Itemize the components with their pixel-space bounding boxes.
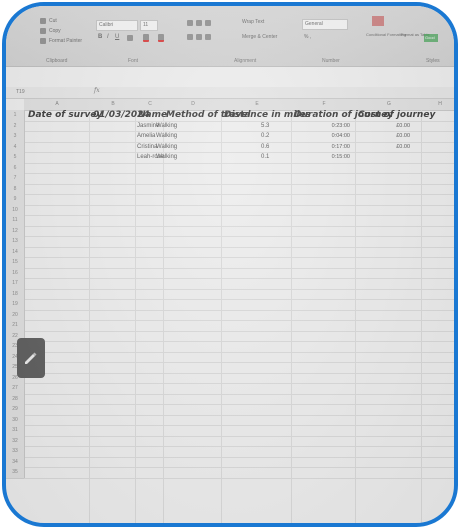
cell-method[interactable]: Walking bbox=[156, 133, 177, 139]
clipboard-group-label: Clipboard bbox=[46, 58, 68, 64]
draw-button[interactable] bbox=[17, 338, 45, 378]
fill-color-icon[interactable] bbox=[143, 34, 149, 42]
grid-row-line bbox=[24, 467, 454, 479]
worksheet-grid[interactable]: A B C D E F G H 1 2 3 4 5 6 7 8 9 10 11 12 13 14 15 16 17 18 19 20 2… bbox=[6, 99, 454, 523]
cell-duration[interactable]: 0:15:00 bbox=[322, 154, 350, 160]
align-top-icon[interactable] bbox=[187, 20, 193, 26]
merge-center-button[interactable]: Merge & Center bbox=[242, 34, 277, 40]
screen-frame: Cut Copy Format Painter Clipboard Calibr… bbox=[2, 2, 458, 527]
align-middle-icon[interactable] bbox=[196, 20, 202, 26]
cell-cost[interactable]: £0.00 bbox=[386, 123, 410, 129]
good-style-cell[interactable]: Good bbox=[424, 34, 438, 42]
number-group-label: Number bbox=[322, 58, 340, 64]
alignment-group-label: Alignment bbox=[234, 58, 257, 64]
cell-duration[interactable]: 0:23:00 bbox=[322, 123, 350, 129]
cell-a1-date-label[interactable]: Date of survey bbox=[28, 110, 102, 120]
formula-bar: T19 fx bbox=[6, 87, 454, 99]
copy-button[interactable]: Copy bbox=[49, 28, 61, 34]
cell-g1-cost-header[interactable]: Cost of journey bbox=[358, 110, 435, 120]
cell-method[interactable]: Walking bbox=[156, 154, 177, 160]
ribbon: Cut Copy Format Painter Clipboard Calibr… bbox=[6, 6, 454, 67]
cell-duration[interactable]: 0:04:00 bbox=[322, 133, 350, 139]
cell-distance[interactable]: 5.3 bbox=[261, 123, 269, 129]
font-color-icon[interactable] bbox=[158, 34, 164, 42]
number-format-buttons[interactable]: % , bbox=[304, 34, 311, 40]
font-name-value: Calibri bbox=[99, 22, 114, 28]
format-painter-icon[interactable] bbox=[40, 38, 46, 44]
cell-method[interactable]: Walking bbox=[156, 144, 177, 150]
copy-icon[interactable] bbox=[40, 28, 46, 34]
function-icon[interactable]: fx bbox=[94, 87, 100, 94]
name-box[interactable]: T19 bbox=[16, 88, 56, 96]
italic-button[interactable]: I bbox=[107, 34, 109, 40]
cell-cost[interactable]: £0.00 bbox=[386, 144, 410, 150]
font-size-select[interactable]: 11 bbox=[140, 20, 158, 31]
cell-distance[interactable]: 0.1 bbox=[261, 154, 269, 160]
borders-icon[interactable] bbox=[127, 35, 133, 41]
align-center-icon[interactable] bbox=[196, 34, 202, 40]
row-header[interactable]: 35 bbox=[6, 467, 25, 479]
wrap-text-button[interactable]: Wrap Text bbox=[242, 19, 264, 25]
underline-button[interactable]: U bbox=[115, 34, 119, 40]
scissors-icon[interactable] bbox=[40, 18, 46, 24]
number-format-select[interactable]: General bbox=[302, 19, 348, 30]
pencil-icon bbox=[25, 352, 37, 364]
cell-c1-name-header[interactable]: Name bbox=[138, 110, 167, 120]
align-right-icon[interactable] bbox=[205, 34, 211, 40]
align-left-icon[interactable] bbox=[187, 34, 193, 40]
cell-cost[interactable]: £0.00 bbox=[386, 133, 410, 139]
cell-method[interactable]: Walking bbox=[156, 123, 177, 129]
number-format-value: General bbox=[305, 21, 323, 27]
font-size-value: 11 bbox=[143, 22, 149, 28]
cell-distance[interactable]: 0.2 bbox=[261, 133, 269, 139]
good-style-label: Good bbox=[425, 35, 435, 40]
cell-name[interactable]: Cristina bbox=[137, 144, 157, 150]
conditional-formatting-icon[interactable] bbox=[372, 16, 384, 26]
format-painter-button[interactable]: Format Painter bbox=[49, 38, 82, 44]
cell-name[interactable]: Amelia bbox=[137, 133, 155, 139]
cut-button[interactable]: Cut bbox=[49, 18, 57, 24]
bold-button[interactable]: B bbox=[98, 34, 102, 40]
font-name-select[interactable]: Calibri bbox=[96, 20, 138, 31]
align-bottom-icon[interactable] bbox=[205, 20, 211, 26]
font-group-label: Font bbox=[128, 58, 139, 64]
cell-duration[interactable]: 0:17:00 bbox=[322, 144, 350, 150]
styles-group-label: Styles bbox=[426, 58, 440, 64]
cell-distance[interactable]: 0.6 bbox=[261, 144, 269, 150]
